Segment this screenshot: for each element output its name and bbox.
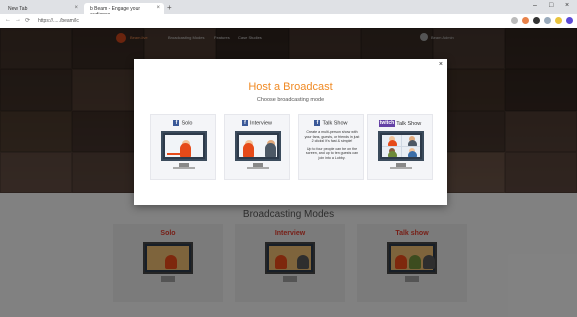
address-bar[interactable]: https://...../beam/lc — [38, 18, 79, 24]
option-label: twitch Talk Show — [378, 120, 422, 127]
profile-avatar-icon[interactable] — [566, 17, 573, 24]
extension-icon[interactable] — [511, 17, 518, 24]
extension-icon[interactable] — [544, 17, 551, 24]
extension-icon[interactable] — [555, 17, 562, 24]
mode-option-talk-show[interactable]: f Talk Show Create a multi-person show wi… — [298, 114, 364, 180]
back-icon[interactable]: ← — [5, 17, 11, 23]
close-icon[interactable]: × — [439, 61, 443, 68]
window-close-button[interactable]: × — [565, 2, 569, 9]
close-tab-icon[interactable]: × — [74, 5, 78, 11]
reload-icon[interactable]: ⟳ — [25, 17, 30, 24]
host-broadcast-modal: × Host a Broadcast Choose broadcasting m… — [134, 59, 447, 205]
forward-icon[interactable]: → — [15, 17, 21, 23]
facebook-icon: f — [241, 120, 248, 126]
browser-tab-label: New Tab — [8, 6, 28, 12]
browser-tab-beam[interactable]: b Beam - Engage your audience × — [84, 3, 164, 18]
facebook-icon: f — [314, 120, 321, 126]
modal-title: Host a Broadcast — [248, 81, 333, 93]
monitor-base — [390, 167, 412, 169]
monitor-base — [247, 167, 269, 169]
mode-option-interview[interactable]: f Interview — [224, 114, 290, 180]
monitor-base — [173, 167, 195, 169]
facebook-icon: f — [173, 120, 180, 126]
browser-chrome: New Tab × b Beam - Engage your audience … — [0, 0, 577, 28]
browser-tab-new[interactable]: New Tab × — [2, 3, 82, 14]
option-label: f Solo — [151, 120, 215, 126]
monitor-illustration — [161, 131, 207, 161]
new-tab-button[interactable]: + — [167, 3, 172, 12]
browser-toolbar: ← → ⟳ https://...../beam/lc — [0, 14, 577, 28]
option-description: Create a multi-person show with your fan… — [304, 130, 360, 160]
option-label: f Interview — [225, 120, 289, 126]
monitor-illustration — [235, 131, 281, 161]
extension-icon[interactable] — [533, 17, 540, 24]
twitch-icon: twitch — [378, 120, 396, 127]
modal-subtitle: Choose broadcasting mode — [256, 97, 325, 103]
mode-option-solo[interactable]: f Solo — [150, 114, 216, 180]
monitor-illustration — [378, 131, 424, 161]
option-label: f Talk Show — [299, 120, 363, 126]
close-tab-icon[interactable]: × — [156, 5, 160, 11]
minimize-button[interactable]: – — [533, 2, 537, 9]
extension-icon[interactable] — [522, 17, 529, 24]
tab-strip: New Tab × b Beam - Engage your audience … — [0, 0, 577, 18]
maximize-button[interactable]: □ — [549, 2, 553, 9]
mode-option-twitch-talk-show[interactable]: twitch Talk Show — [367, 114, 433, 180]
